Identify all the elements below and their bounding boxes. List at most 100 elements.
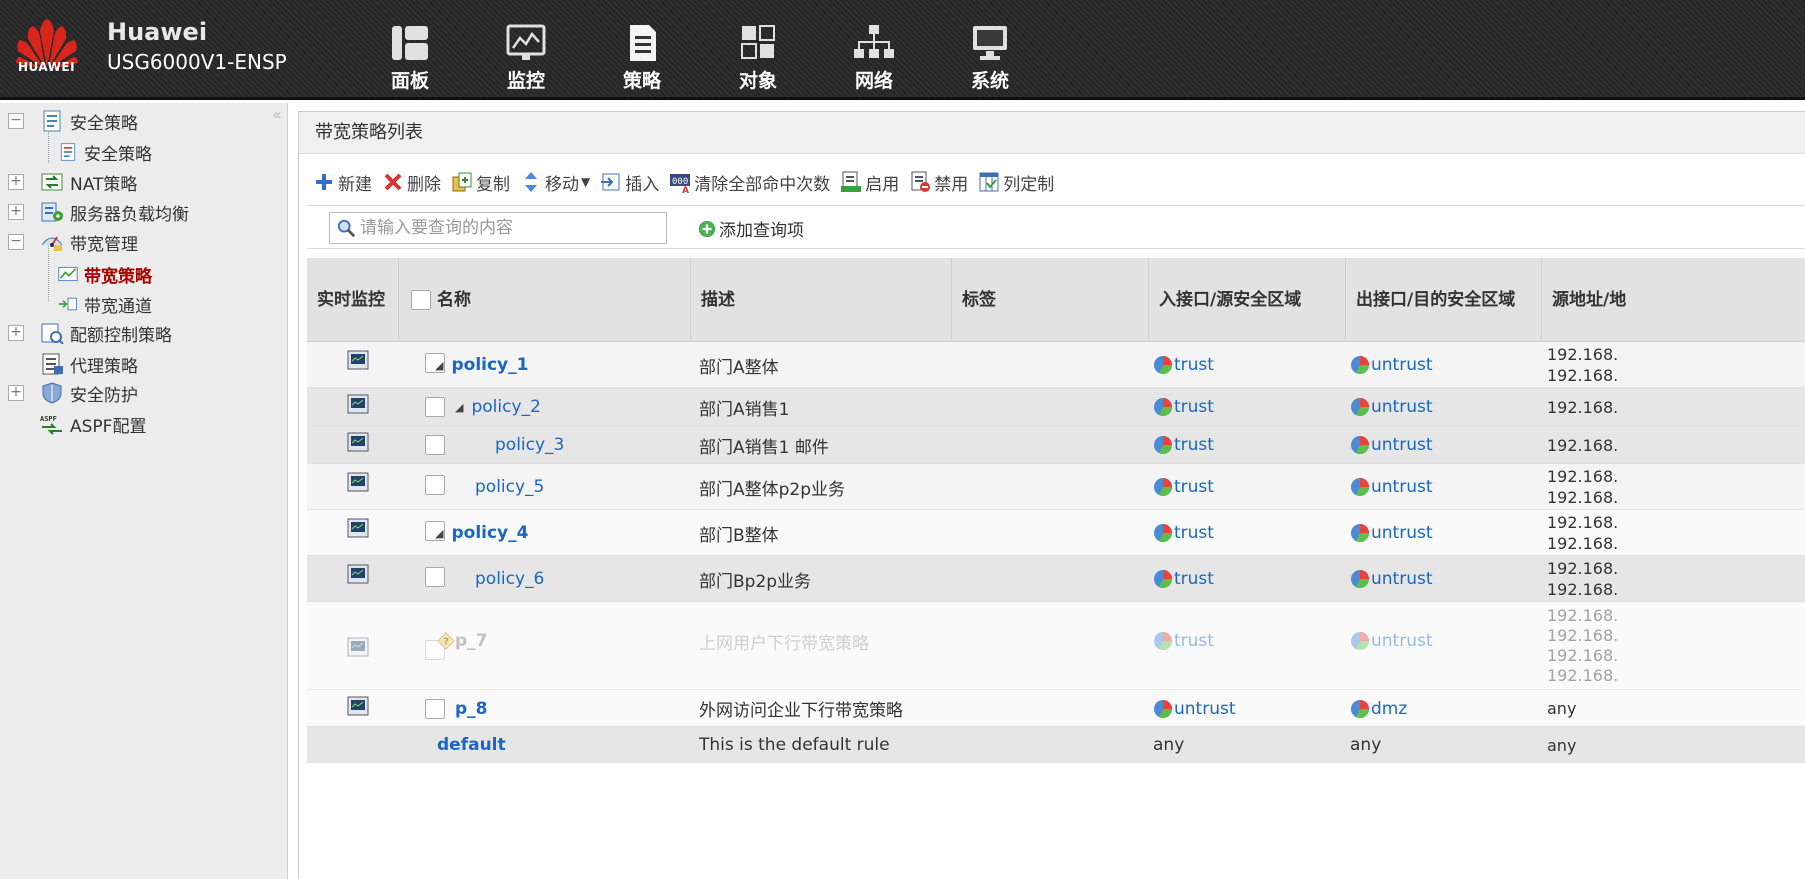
zone-link[interactable]: trust [1153, 397, 1214, 417]
zone-link[interactable]: trust [1153, 569, 1214, 589]
row-checkbox[interactable] [425, 475, 445, 495]
sidebar-item-nat-policy[interactable]: + NAT策略 [8, 167, 137, 197]
table-row[interactable]: ◢ policy_2 部门A销售1 trust untrust 192.168. [307, 388, 1805, 426]
row-checkbox[interactable] [425, 699, 445, 719]
expand-toggle[interactable]: + [8, 204, 24, 220]
nav-network[interactable]: 网络 [816, 0, 932, 100]
row-checkbox[interactable] [425, 435, 445, 455]
zone-link[interactable]: untrust [1350, 435, 1433, 455]
move-dropdown[interactable]: 移动 ▼ [520, 170, 590, 195]
table-row[interactable]: policy_5 部门A整体p2p业务 trust untrust 192.168. 19… [307, 464, 1805, 510]
sidebar-item-aspf[interactable]: ASPF ASPF配置 [40, 409, 146, 439]
zone-link[interactable]: untrust [1153, 699, 1236, 719]
table-row[interactable]: policy_6 部门Bp2p业务 trust untrust 192.168. 192.… [307, 556, 1805, 602]
realtime-monitor-icon[interactable] [347, 350, 369, 370]
security-zone-icon [1154, 478, 1172, 496]
sidebar-item-server-lb[interactable]: + 服务器负载均衡 [8, 197, 189, 227]
col-name[interactable]: 名称 [399, 258, 691, 342]
policy-name-link[interactable]: policy_3 [495, 435, 564, 455]
col-src-address[interactable]: 源地址/地 [1542, 258, 1805, 342]
policy-name-link[interactable]: policy_5 [475, 477, 544, 497]
sidebar-item-security-protection[interactable]: + 安全防护 [8, 378, 138, 408]
zone-link[interactable]: untrust [1350, 523, 1433, 543]
sidebar-item-security-policy-group[interactable]: − 安全策略 [8, 106, 138, 136]
dst-zone-cell: untrust [1350, 602, 1433, 680]
disable-button[interactable]: 禁用 [909, 170, 968, 195]
policy-name-link[interactable]: policy_1 [451, 355, 528, 375]
table-row[interactable]: ◢ policy_4 部门B整体 trust untrust 192.168. 192.16… [307, 510, 1805, 556]
enable-button[interactable]: 启用 [840, 170, 899, 195]
collapse-toggle[interactable]: − [8, 234, 24, 250]
zone-link[interactable]: untrust [1350, 569, 1433, 589]
sidebar-item-bandwidth-policy[interactable]: 带宽策略 [58, 259, 152, 289]
expand-triangle-icon[interactable]: ◢ [435, 359, 443, 372]
realtime-monitor-icon[interactable] [347, 432, 369, 452]
zone-link[interactable]: trust [1153, 477, 1214, 497]
policy-name-link[interactable]: p_7 [455, 631, 488, 651]
policy-name-link[interactable]: policy_6 [475, 569, 544, 589]
zone-link[interactable]: trust [1153, 631, 1214, 651]
zone-link[interactable]: trust [1153, 435, 1214, 455]
row-checkbox[interactable] [425, 397, 445, 417]
copy-button[interactable]: 复制 [451, 170, 510, 195]
zone-link[interactable]: dmz [1350, 699, 1407, 719]
zone-link[interactable]: untrust [1350, 477, 1433, 497]
zone-link[interactable]: untrust [1350, 397, 1433, 417]
insert-button[interactable]: 插入 [600, 170, 659, 195]
policy-name-link[interactable]: policy_2 [471, 397, 540, 417]
new-button[interactable]: 新建 [313, 170, 372, 195]
table-row[interactable]: default This is the default rule any any any [307, 727, 1805, 763]
select-all-checkbox[interactable] [411, 290, 431, 310]
table-row[interactable]: policy_3 部门A销售1 邮件 trust untrust 192.168. [307, 426, 1805, 464]
expand-toggle[interactable]: + [8, 325, 24, 341]
realtime-monitor-icon[interactable] [347, 637, 369, 657]
col-tag[interactable]: 标签 [952, 258, 1149, 342]
expand-toggle[interactable]: + [8, 385, 24, 401]
search-box[interactable] [329, 212, 667, 244]
sidebar-item-bandwidth-channel[interactable]: 带宽通道 [58, 289, 152, 319]
sidebar-item-proxy-policy[interactable]: 代理策略 [40, 349, 138, 379]
nav-object[interactable]: 对象 [700, 0, 816, 100]
delete-button[interactable]: 删除 [382, 170, 441, 195]
add-query-button[interactable]: 添加查询项 [697, 216, 804, 241]
table-row[interactable]: p_8 外网访问企业下行带宽策略 untrust dmz any [307, 690, 1805, 727]
col-description[interactable]: 描述 [691, 258, 952, 342]
row-checkbox[interactable] [425, 567, 445, 587]
realtime-monitor-icon[interactable] [347, 518, 369, 538]
nav-system[interactable]: 系统 [932, 0, 1048, 100]
collapse-sidebar-icon[interactable]: « [272, 105, 282, 124]
col-realtime-monitor[interactable]: 实时监控 [307, 258, 399, 342]
policy-name-link[interactable]: policy_4 [451, 523, 528, 543]
zone-link[interactable]: untrust [1350, 631, 1433, 651]
policy-name-link[interactable]: default [437, 735, 506, 755]
realtime-monitor-icon[interactable] [347, 696, 369, 716]
realtime-monitor-icon[interactable] [347, 472, 369, 492]
zone-link[interactable]: trust [1153, 355, 1214, 375]
sidebar-item-security-policy[interactable]: 安全策略 [58, 137, 152, 167]
nav-policy[interactable]: 策略 [584, 0, 700, 100]
enable-label: 启用 [865, 174, 900, 195]
policy-name-link[interactable]: p_8 [455, 699, 488, 719]
add-circle-icon [698, 220, 716, 237]
search-input[interactable] [360, 218, 650, 238]
collapse-toggle[interactable]: − [8, 113, 24, 129]
table-row[interactable]: ◢ policy_1 部门A整体 trust untrust 192.168. 192.16… [307, 342, 1805, 388]
sidebar-item-bandwidth-mgmt[interactable]: − 带宽管理 [8, 227, 138, 257]
col-src-zone[interactable]: 入接口/源安全区域 [1149, 258, 1346, 342]
col-dst-zone[interactable]: 出接口/目的安全区域 [1346, 258, 1542, 342]
table-row[interactable]: ? p_7 上网用户下行带宽策略 trust untrust 192.168. 192.16… [307, 602, 1805, 690]
plus-icon [316, 174, 332, 190]
sidebar-item-quota-policy[interactable]: + 配额控制策略 [8, 318, 172, 348]
expand-triangle-icon[interactable]: ◢ [435, 527, 443, 540]
clear-hits-button[interactable]: 000 A 清除全部命中次数 [669, 170, 830, 195]
zone-link[interactable]: trust [1153, 523, 1214, 543]
expand-toggle[interactable]: + [8, 174, 24, 190]
column-custom-button[interactable]: 列定制 [978, 170, 1054, 195]
policy-name-cell: default [437, 727, 506, 763]
nav-dashboard[interactable]: 面板 [352, 0, 468, 100]
expand-triangle-icon[interactable]: ◢ [455, 401, 463, 414]
realtime-monitor-icon[interactable] [347, 394, 369, 414]
nav-monitor[interactable]: 监控 [468, 0, 584, 100]
zone-link[interactable]: untrust [1350, 355, 1433, 375]
realtime-monitor-icon[interactable] [347, 564, 369, 584]
